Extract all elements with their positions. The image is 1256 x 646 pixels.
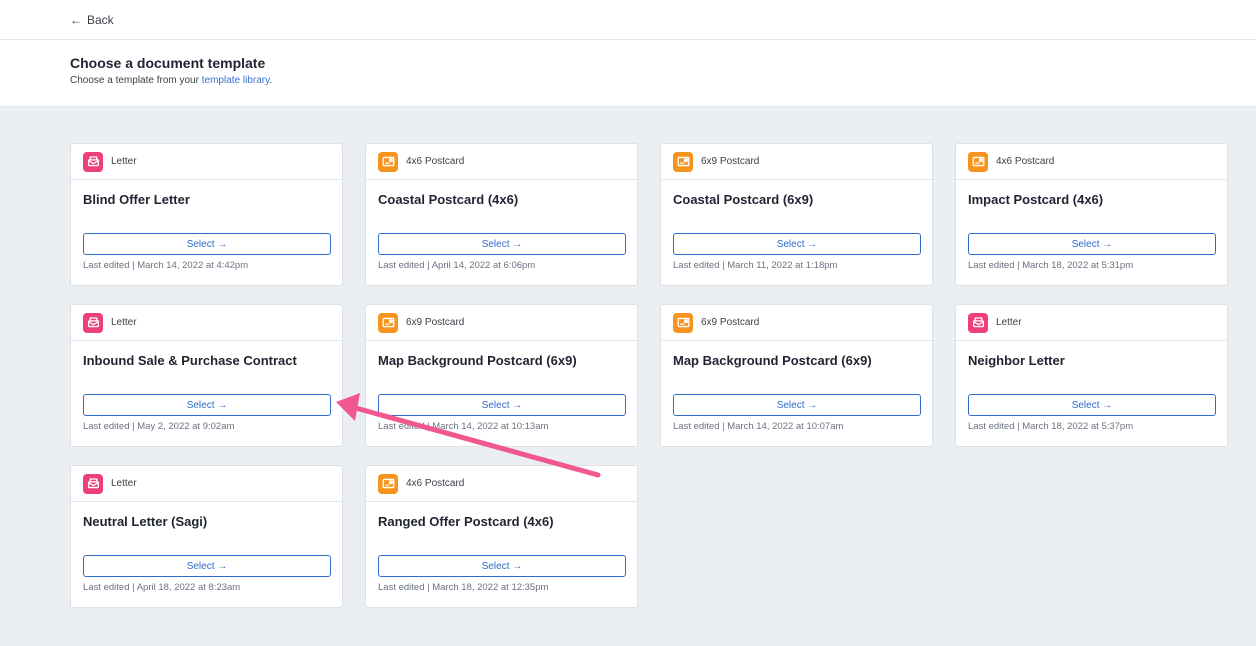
select-button[interactable]: Select → bbox=[83, 555, 331, 577]
template-card: Letter Inbound Sale & Purchase Contract … bbox=[70, 304, 343, 447]
last-edited-text: Last edited | March 11, 2022 at 1:18pm bbox=[673, 260, 838, 271]
page-title: Choose a document template bbox=[70, 55, 266, 71]
select-button[interactable]: Select → bbox=[378, 555, 626, 577]
template-card: Letter Blind Offer Letter Select → Last … bbox=[70, 143, 343, 286]
card-header: Letter bbox=[71, 144, 342, 180]
template-type-label: Letter bbox=[111, 156, 137, 167]
template-card: 4x6 Postcard Ranged Offer Postcard (4x6)… bbox=[365, 465, 638, 608]
template-type-label: 6x9 Postcard bbox=[701, 317, 760, 328]
select-button[interactable]: Select → bbox=[968, 394, 1216, 416]
card-header: 4x6 Postcard bbox=[366, 144, 637, 180]
template-title: Map Background Postcard (6x9) bbox=[378, 353, 577, 368]
back-label: Back bbox=[87, 12, 114, 27]
last-edited-text: Last edited | March 14, 2022 at 4:42pm bbox=[83, 260, 249, 271]
letter-icon bbox=[968, 312, 988, 333]
page-header: Choose a document template Choose a temp… bbox=[0, 40, 1256, 107]
card-header: Letter bbox=[956, 305, 1227, 341]
top-bar: ← Back bbox=[0, 0, 1256, 40]
back-link[interactable]: ← Back bbox=[70, 13, 114, 27]
select-button[interactable]: Select → bbox=[83, 394, 331, 416]
template-card: Letter Neighbor Letter Select → Last edi… bbox=[955, 304, 1228, 447]
postcard-icon bbox=[673, 151, 693, 172]
card-header: 6x9 Postcard bbox=[661, 305, 932, 341]
template-card: Letter Neutral Letter (Sagi) Select → La… bbox=[70, 465, 343, 608]
postcard-icon bbox=[378, 473, 398, 494]
template-title: Neutral Letter (Sagi) bbox=[83, 514, 208, 529]
template-title: Neighbor Letter bbox=[968, 353, 1065, 368]
card-header: Letter bbox=[71, 466, 342, 502]
template-type-label: 6x9 Postcard bbox=[701, 156, 760, 167]
template-card: 6x9 Postcard Map Background Postcard (6x… bbox=[660, 304, 933, 447]
last-edited-text: Last edited | April 14, 2022 at 6:06pm bbox=[378, 260, 536, 271]
last-edited-text: Last edited | March 14, 2022 at 10:07am bbox=[673, 421, 844, 432]
last-edited-text: Last edited | May 2, 2022 at 9:02am bbox=[83, 421, 235, 432]
select-button[interactable]: Select → bbox=[968, 233, 1216, 255]
page-subtitle: Choose a template from your template lib… bbox=[70, 75, 1256, 86]
template-card: 4x6 Postcard Coastal Postcard (4x6) Sele… bbox=[365, 143, 638, 286]
template-card: 6x9 Postcard Map Background Postcard (6x… bbox=[365, 304, 638, 447]
card-header: 6x9 Postcard bbox=[661, 144, 932, 180]
template-title: Ranged Offer Postcard (4x6) bbox=[378, 514, 554, 529]
select-button[interactable]: Select → bbox=[673, 394, 921, 416]
template-type-label: 4x6 Postcard bbox=[406, 156, 465, 167]
letter-icon bbox=[83, 312, 103, 333]
last-edited-text: Last edited | March 18, 2022 at 5:37pm bbox=[968, 421, 1134, 432]
card-header: 6x9 Postcard bbox=[366, 305, 637, 341]
subtitle-prefix: Choose a template from your bbox=[70, 75, 202, 86]
template-type-label: 6x9 Postcard bbox=[406, 317, 465, 328]
template-title: Impact Postcard (4x6) bbox=[968, 192, 1104, 207]
template-list-area: Letter Blind Offer Letter Select → Last … bbox=[0, 107, 1256, 646]
template-type-label: Letter bbox=[111, 317, 137, 328]
select-button[interactable]: Select → bbox=[673, 233, 921, 255]
template-card: 4x6 Postcard Impact Postcard (4x6) Selec… bbox=[955, 143, 1228, 286]
template-type-label: 4x6 Postcard bbox=[996, 156, 1055, 167]
template-type-label: 4x6 Postcard bbox=[406, 478, 465, 489]
last-edited-text: Last edited | March 18, 2022 at 5:31pm bbox=[968, 260, 1134, 271]
template-title: Inbound Sale & Purchase Contract bbox=[83, 353, 297, 368]
postcard-icon bbox=[378, 151, 398, 172]
select-button[interactable]: Select → bbox=[83, 233, 331, 255]
last-edited-text: Last edited | March 18, 2022 at 12:35pm bbox=[378, 582, 549, 593]
template-library-link[interactable]: template library bbox=[202, 75, 270, 86]
card-header: 4x6 Postcard bbox=[366, 466, 637, 502]
template-card: 6x9 Postcard Coastal Postcard (6x9) Sele… bbox=[660, 143, 933, 286]
template-title: Blind Offer Letter bbox=[83, 192, 190, 207]
arrow-left-icon: ← bbox=[70, 12, 82, 27]
template-type-label: Letter bbox=[996, 317, 1022, 328]
template-title: Coastal Postcard (4x6) bbox=[378, 192, 519, 207]
card-header: Letter bbox=[71, 305, 342, 341]
subtitle-suffix: . bbox=[269, 75, 273, 86]
template-grid: Letter Blind Offer Letter Select → Last … bbox=[70, 143, 1256, 608]
letter-icon bbox=[83, 473, 103, 494]
select-button[interactable]: Select → bbox=[378, 394, 626, 416]
template-title: Coastal Postcard (6x9) bbox=[673, 192, 814, 207]
postcard-icon bbox=[968, 151, 988, 172]
template-type-label: Letter bbox=[111, 478, 137, 489]
postcard-icon bbox=[378, 312, 398, 333]
template-title: Map Background Postcard (6x9) bbox=[673, 353, 872, 368]
postcard-icon bbox=[673, 312, 693, 333]
letter-icon bbox=[83, 151, 103, 172]
card-header: 4x6 Postcard bbox=[956, 144, 1227, 180]
last-edited-text: Last edited | April 18, 2022 at 8:23am bbox=[83, 582, 241, 593]
select-button[interactable]: Select → bbox=[378, 233, 626, 255]
last-edited-text: Last edited | March 14, 2022 at 10:13am bbox=[378, 421, 549, 432]
